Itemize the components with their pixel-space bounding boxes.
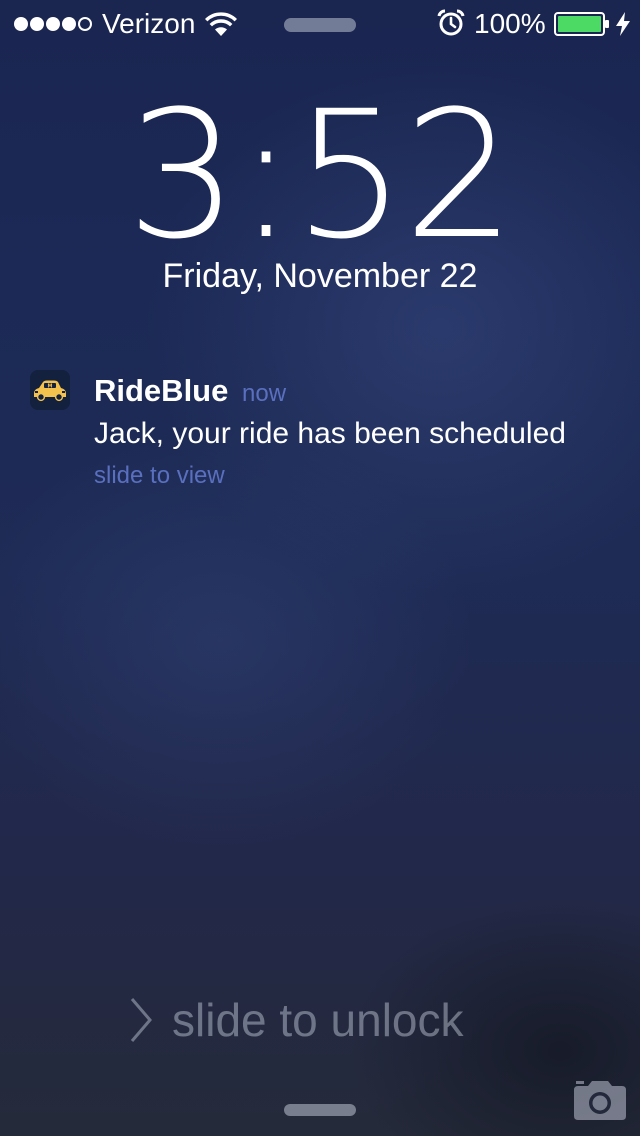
battery-fill [558,16,601,32]
battery-icon [554,12,609,36]
signal-dot [46,17,60,31]
alarm-clock-icon [437,9,465,36]
svg-text:M: M [48,383,53,389]
signal-dot [62,17,76,31]
status-bar: Verizon 100% [0,0,640,48]
slide-to-unlock-label: slide to unlock [172,994,464,1046]
signal-dot [30,17,44,31]
chevron-right-icon [130,998,152,1042]
camera-icon[interactable] [572,1078,628,1122]
lock-screen-date: Friday, November 22 [162,257,478,295]
signal-dot [14,17,28,31]
signal-strength-icon [14,16,92,32]
notification-slide-to-view[interactable]: slide to view [94,462,225,490]
notification-app-name: RideBlue [94,373,229,408]
notification-message: Jack, your ride has been scheduled [94,417,566,450]
battery-percentage: 100% [474,8,546,39]
taxi-car-icon: M [30,370,70,410]
notification-center-grabber[interactable] [284,18,356,32]
lock-screen-time: 3:52 [126,73,515,278]
carrier-name: Verizon [102,8,196,39]
signal-dot [78,17,92,31]
wifi-icon [205,12,237,36]
control-center-grabber[interactable] [284,1104,356,1116]
lightning-bolt-icon [616,12,630,36]
notification-time: now [242,380,287,407]
